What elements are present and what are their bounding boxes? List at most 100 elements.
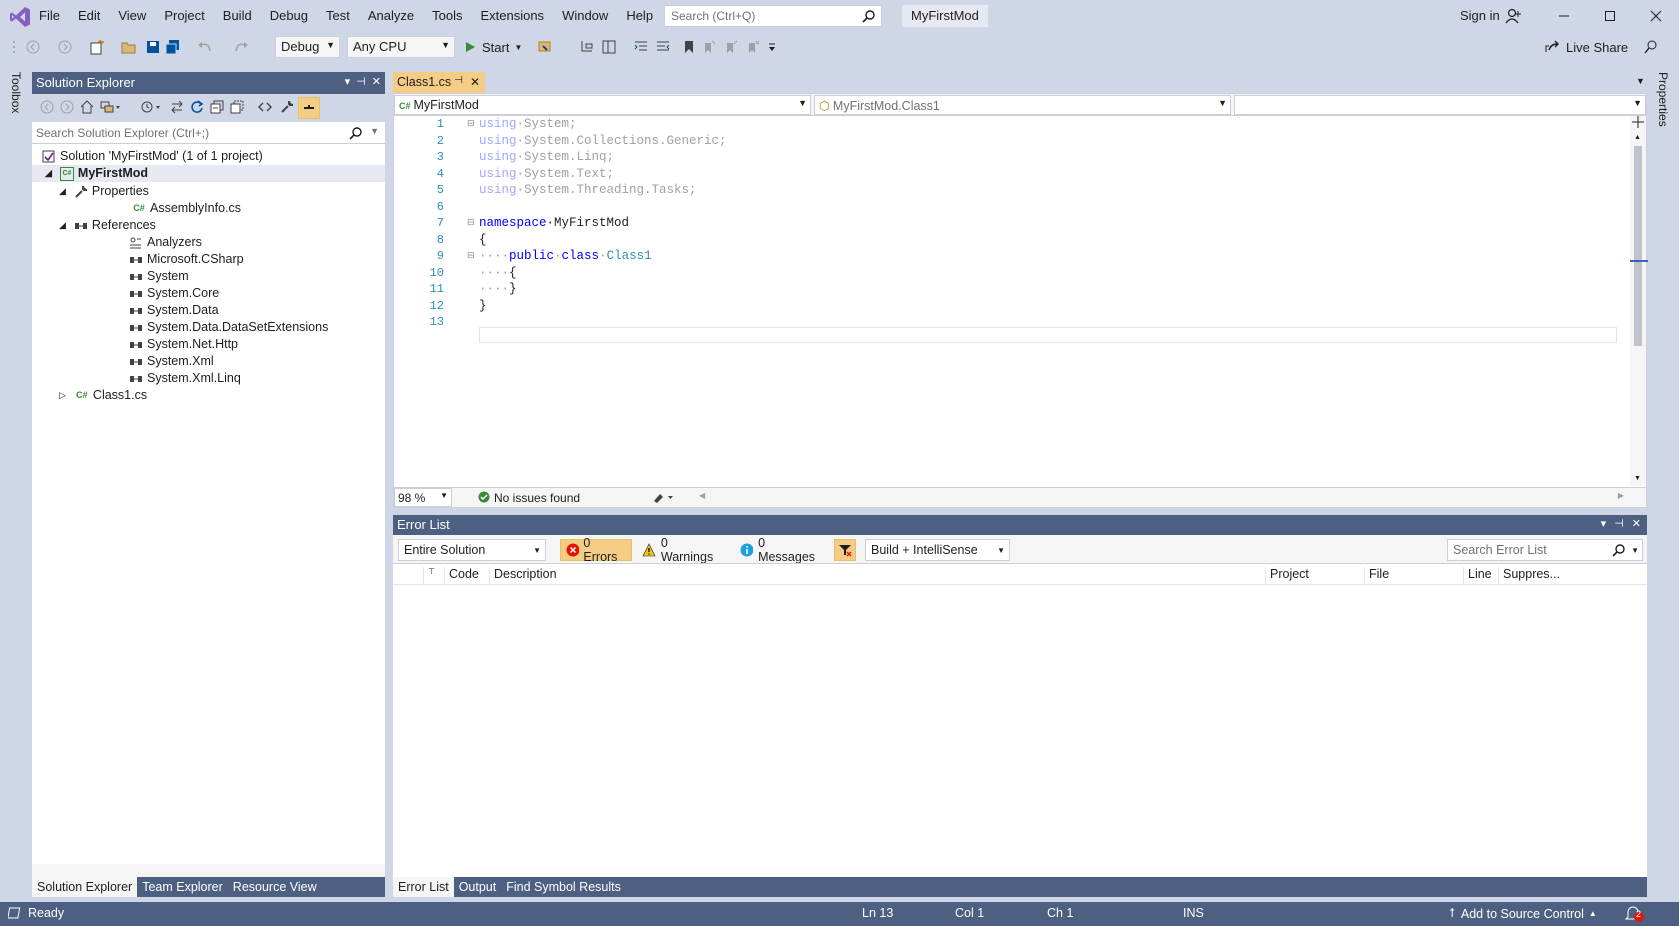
save-icon[interactable]: [144, 37, 162, 57]
menu-help[interactable]: Help: [617, 0, 662, 32]
navigate-forward-icon[interactable]: [56, 37, 74, 57]
pin-icon[interactable]: ⊣: [356, 75, 366, 88]
tree-item-reference[interactable]: System.Net.Http: [129, 336, 238, 353]
home-icon[interactable]: [80, 100, 94, 114]
errors-filter-button[interactable]: 0 Errors: [560, 536, 632, 564]
tree-item-reference[interactable]: Analyzers: [129, 234, 202, 251]
new-project-icon[interactable]: [88, 37, 106, 57]
solution-platform-select[interactable]: Any CPU ▼: [347, 36, 455, 58]
tree-item-references[interactable]: ◢ References: [59, 217, 156, 234]
tree-item-class1[interactable]: ▷ C# Class1.cs: [59, 387, 147, 404]
chevron-down-icon[interactable]: ▼: [1631, 546, 1639, 555]
column-file[interactable]: File: [1364, 567, 1463, 585]
toolbar-options-icon[interactable]: [766, 37, 778, 57]
tab-solution-explorer[interactable]: Solution Explorer: [32, 877, 138, 897]
properties-side-tab[interactable]: Properties: [1652, 70, 1676, 130]
collapse-region-icon[interactable]: ⊟: [467, 250, 475, 261]
split-editor-icon[interactable]: [1632, 116, 1644, 128]
solution-configuration-select[interactable]: Debug ▼: [275, 36, 340, 58]
tree-item-project[interactable]: ◢ C# MyFirstMod: [32, 165, 385, 182]
member-navigation-dropdown[interactable]: ▼: [1234, 95, 1646, 115]
undo-icon[interactable]: [196, 37, 214, 57]
close-panel-icon[interactable]: ✕: [372, 75, 381, 88]
sync-with-document-icon[interactable]: [170, 100, 184, 114]
show-all-files-icon[interactable]: [230, 100, 244, 114]
collapse-region-icon[interactable]: ⊟: [467, 217, 475, 228]
redo-icon[interactable]: [232, 37, 250, 57]
forward-icon[interactable]: [60, 100, 74, 114]
expanded-arrow-icon[interactable]: ◢: [45, 165, 52, 182]
scope-select[interactable]: Entire Solution ▼: [398, 539, 546, 561]
tree-item-reference[interactable]: System.Data.DataSetExtensions: [129, 319, 328, 336]
chevron-down-icon[interactable]: ▼: [370, 126, 379, 136]
menu-analyze[interactable]: Analyze: [359, 0, 423, 32]
account-icon[interactable]: [1505, 8, 1521, 24]
project-navigation-dropdown[interactable]: C# MyFirstMod ▼: [394, 95, 811, 115]
column-description[interactable]: Description: [489, 567, 1265, 585]
window-position-dropdown-icon[interactable]: ▾: [1601, 517, 1607, 530]
code-cleanup-icon[interactable]: [652, 490, 676, 504]
menu-edit[interactable]: Edit: [69, 0, 109, 32]
tab-output[interactable]: Output: [454, 877, 502, 897]
switch-views-icon[interactable]: [100, 100, 120, 114]
tree-item-reference[interactable]: System.Core: [129, 285, 219, 302]
tab-resource-view[interactable]: Resource View: [228, 877, 322, 897]
error-list-search[interactable]: Search Error List ▼: [1447, 539, 1643, 561]
maximize-button[interactable]: [1587, 0, 1633, 32]
menu-tools[interactable]: Tools: [423, 0, 471, 32]
window-position-dropdown-icon[interactable]: ▾: [345, 75, 351, 88]
column-suppression[interactable]: Suppres...: [1498, 567, 1618, 585]
minimize-button[interactable]: [1541, 0, 1587, 32]
open-file-icon[interactable]: [120, 37, 138, 57]
tree-item-reference[interactable]: System.Xml: [129, 353, 214, 370]
menu-file[interactable]: File: [30, 0, 69, 32]
tab-team-explorer[interactable]: Team Explorer: [137, 877, 228, 897]
navigate-back-icon[interactable]: [24, 37, 42, 57]
tree-item-reference[interactable]: System.Xml.Linq: [129, 370, 241, 387]
refresh-icon[interactable]: [190, 100, 204, 114]
uncomment-lines-icon[interactable]: [654, 37, 672, 57]
scroll-left-icon[interactable]: ◀: [699, 491, 705, 500]
menu-build[interactable]: Build: [214, 0, 261, 32]
scroll-down-icon[interactable]: ▼: [1634, 475, 1641, 482]
tree-item-assemblyinfo[interactable]: C# AssemblyInfo.cs: [132, 200, 241, 217]
preview-selected-items-icon[interactable]: [298, 97, 320, 119]
menu-view[interactable]: View: [109, 0, 155, 32]
column-code[interactable]: Code: [444, 567, 489, 585]
document-well-dropdown-icon[interactable]: ▼: [1636, 76, 1645, 86]
tree-item-reference[interactable]: Microsoft.CSharp: [129, 251, 244, 268]
messages-filter-button[interactable]: 0 Messages: [735, 536, 826, 564]
column-project[interactable]: Project: [1265, 567, 1364, 585]
feedback-icon[interactable]: [1642, 37, 1660, 57]
menu-project[interactable]: Project: [155, 0, 213, 32]
type-navigation-dropdown[interactable]: ⬡ MyFirstMod.Class1 ▼: [814, 95, 1231, 115]
tree-item-solution[interactable]: Solution 'MyFirstMod' (1 of 1 project): [42, 148, 263, 165]
close-window-button[interactable]: [1633, 0, 1679, 32]
live-share-button[interactable]: Live Share: [1544, 37, 1644, 57]
tree-item-reference[interactable]: System.Data: [129, 302, 219, 319]
tree-item-reference[interactable]: System: [129, 268, 189, 285]
menu-test[interactable]: Test: [317, 0, 359, 32]
clear-bookmarks-icon[interactable]: [744, 37, 762, 57]
tab-find-symbol-results[interactable]: Find Symbol Results: [501, 877, 626, 897]
sign-in-link[interactable]: Sign in: [1460, 8, 1500, 23]
toolbox-side-tab[interactable]: Toolbox: [6, 70, 26, 120]
editor-vertical-scrollbar[interactable]: ▲ ▼: [1630, 116, 1646, 486]
properties-wrench-icon[interactable]: [280, 100, 294, 114]
menu-extensions[interactable]: Extensions: [471, 0, 553, 32]
notifications-bell-icon[interactable]: [1625, 905, 1645, 923]
previous-bookmark-icon[interactable]: [700, 37, 718, 57]
add-to-source-control-button[interactable]: ⭡ Add to Source Control ▲: [1449, 906, 1597, 921]
expanded-arrow-icon[interactable]: ◢: [59, 183, 66, 200]
pending-changes-filter-icon[interactable]: [140, 100, 162, 114]
step-over-icon[interactable]: [600, 37, 618, 57]
tree-item-properties[interactable]: ◢ Properties: [59, 183, 149, 200]
scroll-right-icon[interactable]: ▶: [1618, 491, 1624, 500]
pin-icon[interactable]: ⊣: [1614, 517, 1624, 530]
step-into-icon[interactable]: [578, 37, 596, 57]
column-line[interactable]: Line: [1463, 567, 1498, 585]
expanded-arrow-icon[interactable]: ◢: [59, 217, 66, 234]
collapse-all-icon[interactable]: [210, 100, 224, 114]
quick-launch-search[interactable]: Search (Ctrl+Q): [664, 5, 882, 27]
tab-error-list[interactable]: Error List: [393, 877, 454, 897]
